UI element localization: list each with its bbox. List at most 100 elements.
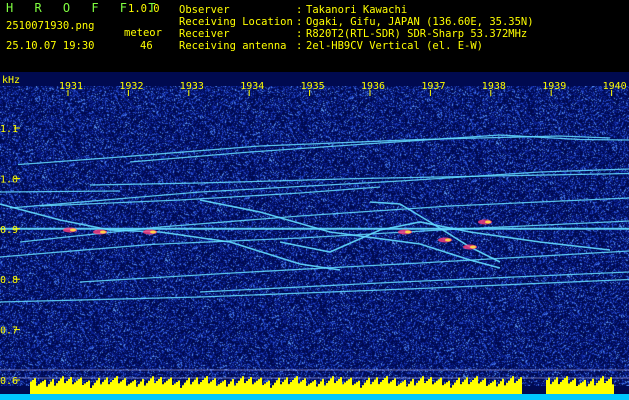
- signal-level-bar: [150, 378, 152, 394]
- signal-level-bar: [144, 385, 146, 394]
- signal-level-bar: [424, 383, 426, 394]
- signal-level-bar: [596, 382, 598, 394]
- meteor-echo-core: [70, 228, 76, 232]
- signal-level-bar: [48, 384, 50, 394]
- signal-level-bar: [228, 384, 230, 394]
- signal-level-bar: [388, 383, 390, 394]
- signal-level-bar: [172, 384, 174, 394]
- signal-level-bar: [252, 384, 254, 394]
- signal-level-bar: [428, 379, 430, 394]
- meteor-echo-core: [150, 230, 156, 234]
- header-panel: H R O F F T 1.0.0 2510071930.png 25.10.0…: [0, 0, 629, 72]
- signal-level-bar: [266, 382, 268, 394]
- signal-level-bar: [46, 386, 48, 394]
- signal-level-bar: [70, 377, 72, 394]
- signal-level-bar: [560, 382, 562, 394]
- signal-level-bar: [606, 381, 608, 394]
- signal-level-bar: [304, 378, 306, 394]
- signal-level-bar: [434, 382, 436, 394]
- signal-level-bar: [72, 384, 74, 394]
- signal-level-bar: [176, 382, 178, 394]
- signal-level-bar: [364, 382, 366, 394]
- signal-level-bar: [356, 382, 358, 394]
- signal-level-bar: [410, 381, 412, 394]
- signal-level-bar: [206, 376, 208, 394]
- signal-level-bar: [256, 380, 258, 394]
- signal-level-bar: [226, 386, 228, 394]
- antenna-label: Receiving antenna: [179, 40, 287, 52]
- antenna-separator: :: [296, 40, 303, 52]
- signal-level-bar: [328, 380, 330, 394]
- signal-level-bar: [134, 379, 136, 394]
- signal-level-bar: [370, 384, 372, 394]
- signal-level-bar: [38, 384, 40, 394]
- signal-level-bar: [578, 384, 580, 394]
- signal-level-bar: [466, 377, 468, 394]
- signal-level-bar: [400, 382, 402, 394]
- signal-level-bar: [158, 379, 160, 394]
- signal-level-bar: [114, 378, 116, 394]
- signal-level-bar: [576, 386, 578, 394]
- signal-level-bar: [188, 377, 190, 394]
- time-tick-label: 1938: [482, 81, 506, 92]
- time-tick-label: 1933: [180, 81, 204, 92]
- signal-level-bar: [298, 383, 300, 394]
- signal-level-bar: [282, 381, 284, 394]
- signal-level-bar: [348, 379, 350, 394]
- signal-level-bar: [80, 377, 82, 394]
- signal-level-bar: [36, 385, 38, 394]
- signal-level-bar: [568, 383, 570, 394]
- signal-level-bar: [64, 383, 66, 394]
- signal-level-bar: [56, 383, 58, 394]
- signal-level-bar: [442, 385, 444, 394]
- signal-level-bar: [598, 380, 600, 394]
- signal-level-bar: [324, 385, 326, 394]
- signal-level-bar: [374, 379, 376, 394]
- signal-level-bar: [390, 381, 392, 394]
- signal-level-bar: [520, 377, 522, 394]
- signal-level-bar: [294, 378, 296, 394]
- signal-level-bar: [242, 376, 244, 394]
- observer-separator: :: [296, 4, 303, 16]
- signal-level-bar: [216, 385, 218, 394]
- signal-level-bar: [386, 376, 388, 394]
- time-tick-label: 1939: [542, 81, 566, 92]
- signal-level-bar: [316, 386, 318, 394]
- signal-level-bar: [362, 385, 364, 394]
- signal-level-bar: [68, 379, 70, 394]
- signal-level-bar: [142, 379, 144, 394]
- signal-level-bar: [492, 381, 494, 394]
- signal-level-bar: [554, 379, 556, 394]
- signal-level-bar: [604, 383, 606, 394]
- signal-level-bar: [494, 379, 496, 394]
- signal-level-bar: [74, 382, 76, 394]
- signal-level-bar: [140, 381, 142, 394]
- signal-level-bar: [198, 384, 200, 394]
- signal-level-bar: [212, 379, 214, 394]
- signal-level-bar: [332, 376, 334, 394]
- signal-level-bar: [486, 385, 488, 394]
- signal-level-bar: [416, 383, 418, 394]
- signal-level-bar: [498, 383, 500, 394]
- signal-level-bar: [154, 383, 156, 394]
- signal-level-bar: [454, 382, 456, 394]
- signal-level-bar: [224, 379, 226, 394]
- meteor-count: 46: [140, 40, 153, 52]
- signal-level-bar: [432, 384, 434, 394]
- signal-level-bar: [488, 384, 490, 394]
- signal-level-bar: [590, 381, 592, 394]
- signal-level-bar: [162, 384, 164, 394]
- signal-level-bar: [402, 381, 404, 394]
- frequency-tick-label: 1.1: [0, 124, 18, 135]
- signal-level-bar: [516, 381, 518, 394]
- signal-level-bar: [88, 380, 90, 394]
- signal-level-bar: [132, 381, 134, 394]
- time-tick-label: 1940: [603, 81, 627, 92]
- signal-level-bar: [190, 384, 192, 394]
- signal-level-bar: [472, 380, 474, 394]
- signal-level-bar: [204, 378, 206, 394]
- signal-level-bar: [558, 384, 560, 394]
- signal-level-bar: [54, 385, 56, 394]
- signal-level-bar: [50, 381, 52, 394]
- signal-level-bar: [326, 383, 328, 394]
